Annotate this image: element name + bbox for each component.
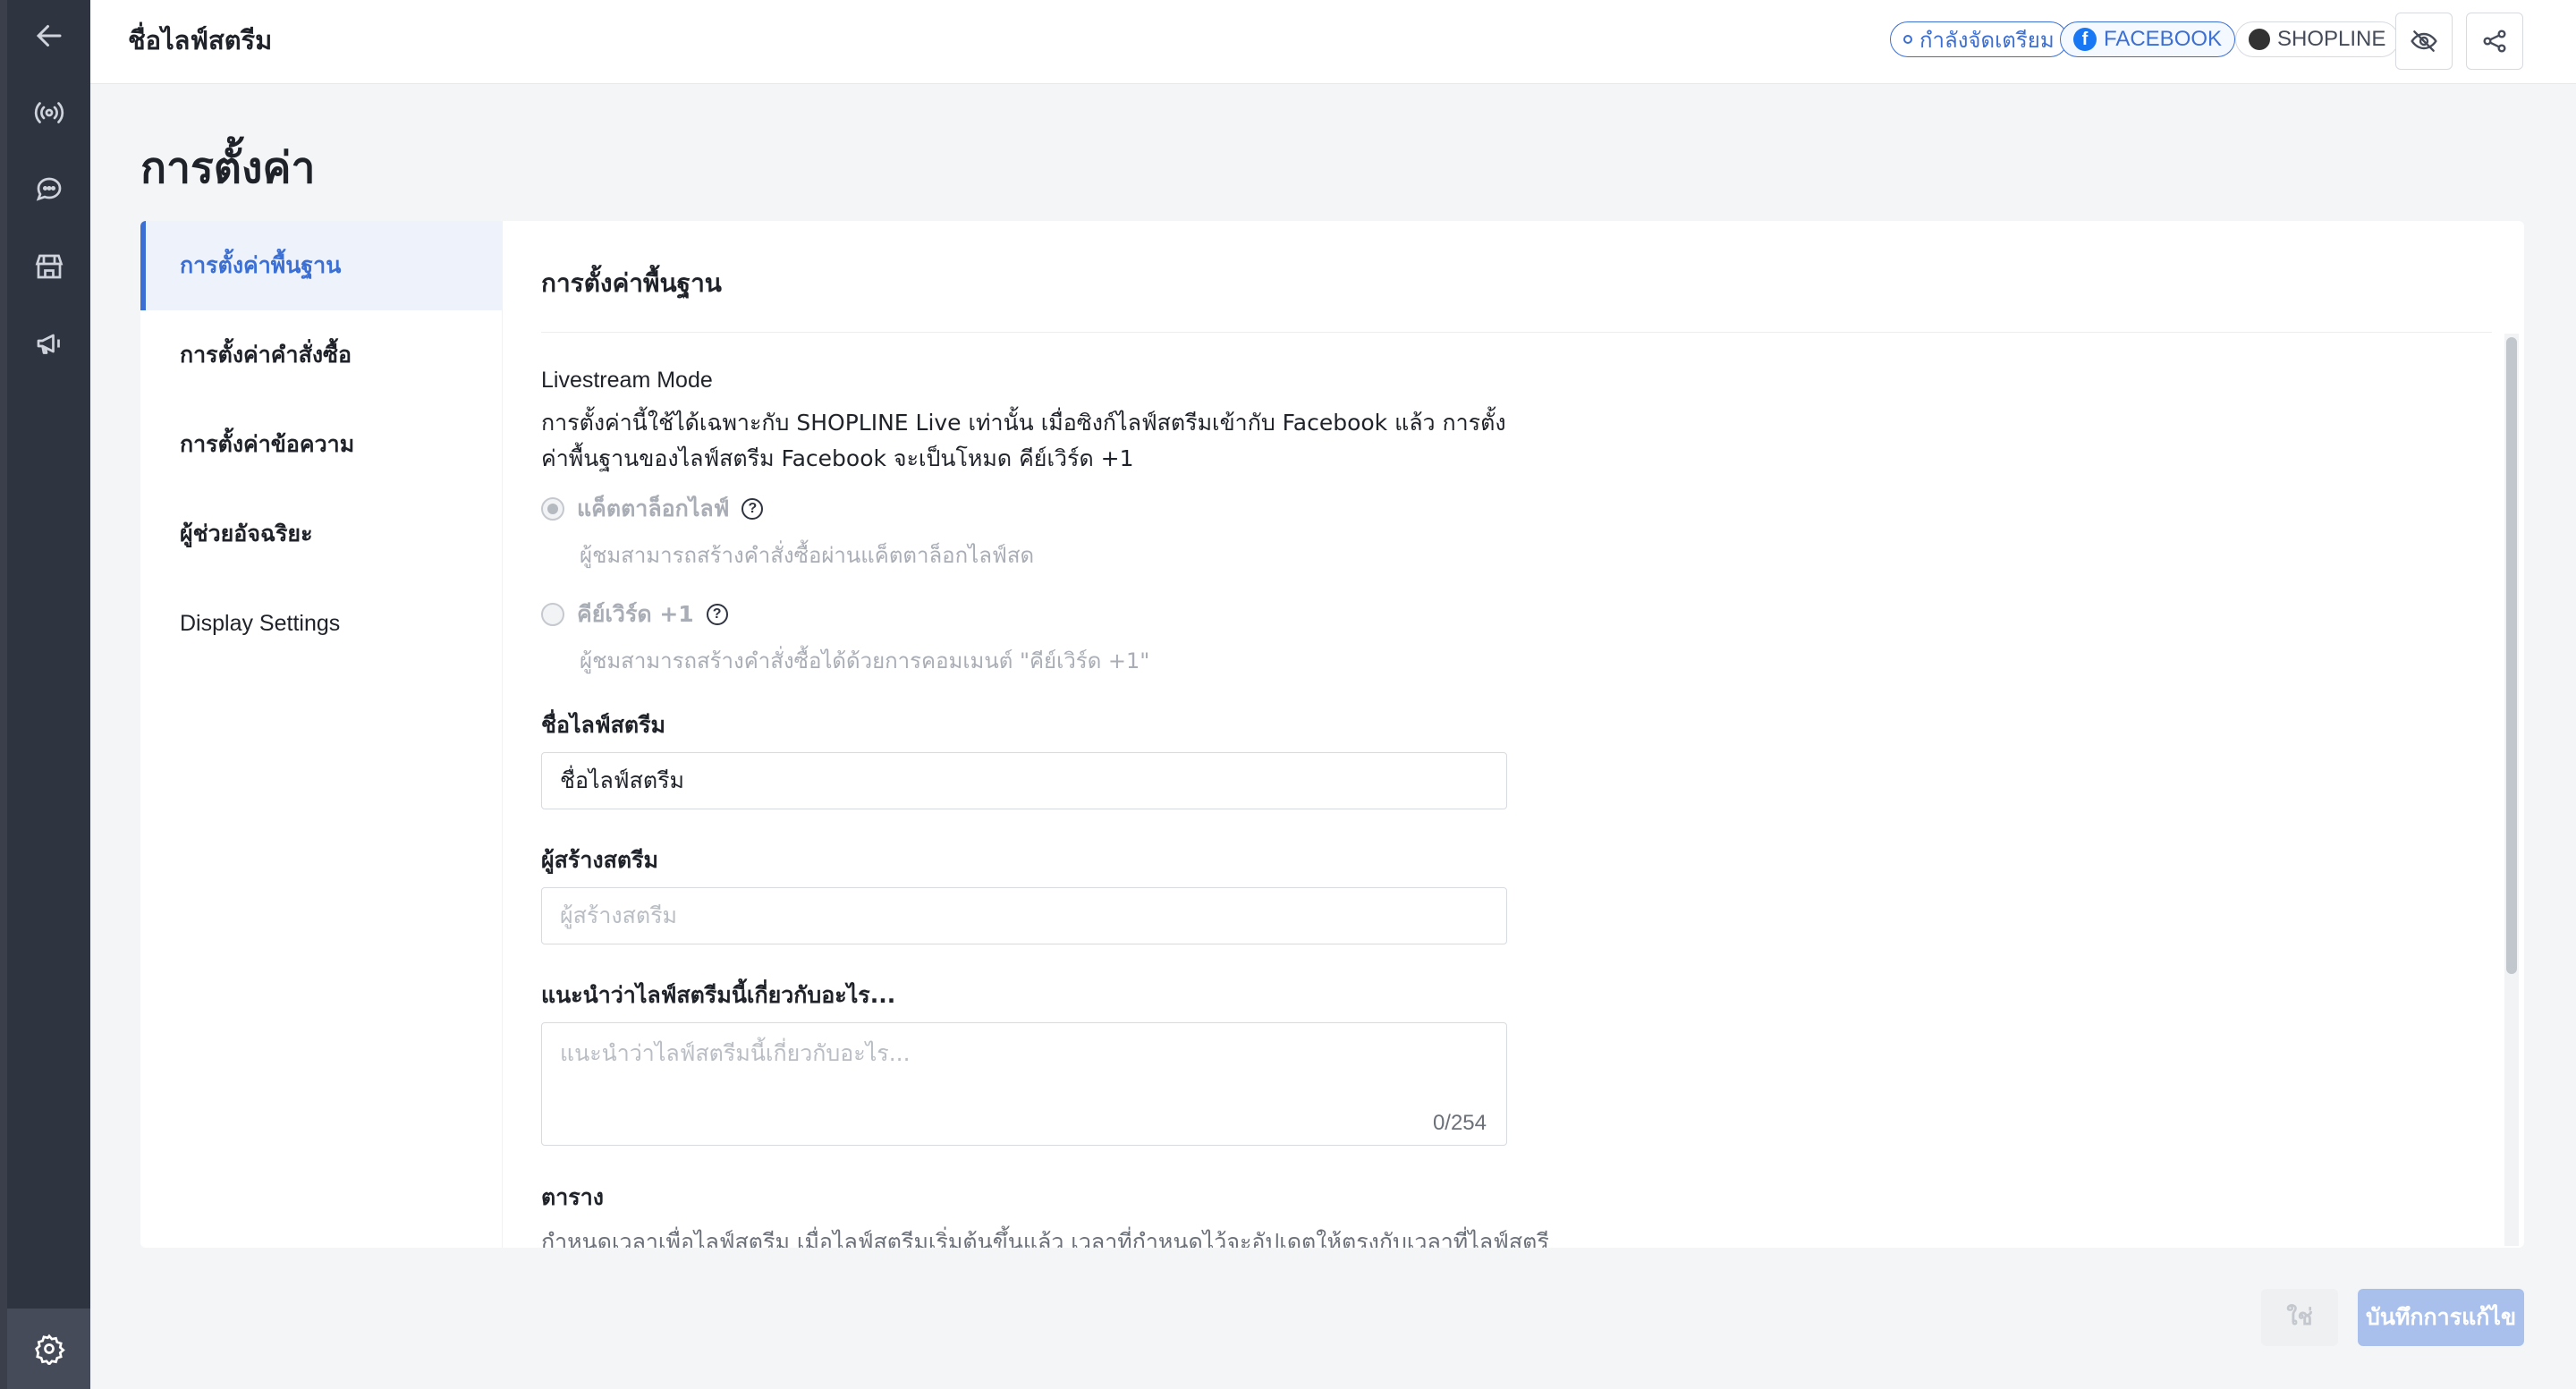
- hide-preview-button[interactable]: [2395, 13, 2453, 70]
- back-arrow-icon[interactable]: [31, 18, 67, 54]
- radio-label: คีย์เวิร์ด +1: [577, 601, 694, 627]
- top-bar: ชื่อไลฟ์สตรีม กำลังจัดเตรียม f FACEBOOK …: [90, 0, 2576, 84]
- status-dot-icon: [1903, 35, 1912, 44]
- gear-icon: [31, 1331, 67, 1367]
- intro-placeholder: แนะนำว่าไลฟ์สตรีมนี้เกี่ยวกับอะไร...: [560, 1040, 911, 1066]
- livestream-name-label: ชื่อไลฟ์สตรีม: [541, 712, 665, 738]
- subnav-item-label: การตั้งค่าข้อความ: [180, 431, 355, 457]
- intro-label: แนะนำว่าไลฟ์สตรีมนี้เกี่ยวกับอะไร...: [541, 982, 896, 1008]
- livestream-name-input[interactable]: ชื่อไลฟ์สตรีม: [541, 752, 1507, 809]
- scrollbar-thumb[interactable]: [2506, 337, 2517, 974]
- help-icon[interactable]: ?: [706, 604, 728, 625]
- facebook-label: FACEBOOK: [2104, 27, 2223, 51]
- radio-option-description: ผู้ชมสามารถสร้างคำสั่งซื้อผ่านแค็ตตาล็อก…: [580, 543, 1035, 568]
- shopline-label: SHOPLINE: [2277, 27, 2386, 51]
- radio-label: แค็ตตาล็อกไลฟ์: [577, 495, 730, 521]
- radio-button[interactable]: [541, 603, 564, 626]
- livestream-mode-description: การตั้งค่านี้ใช้ได้เฉพาะกับ SHOPLINE Liv…: [541, 410, 1506, 471]
- share-icon: [2483, 30, 2506, 53]
- subnav-item-assistant[interactable]: ผู้ช่วยอัจฉริยะ: [140, 489, 502, 579]
- subnav-item-label: Display Settings: [180, 610, 341, 636]
- intro-textarea[interactable]: แนะนำว่าไลฟ์สตรีมนี้เกี่ยวกับอะไร... 0/2…: [541, 1022, 1507, 1146]
- cancel-button[interactable]: ใช่: [2261, 1289, 2338, 1346]
- facebook-icon: f: [2073, 28, 2097, 51]
- page-title: การตั้งค่า: [140, 143, 316, 193]
- help-icon[interactable]: ?: [741, 498, 764, 520]
- left-rail: [0, 0, 90, 1389]
- chat-icon[interactable]: [31, 172, 67, 208]
- share-button[interactable]: [2466, 13, 2523, 70]
- settings-subnav: การตั้งค่าพื้นฐาน การตั้งค่าคำสั่งซื้อ ก…: [140, 221, 503, 1248]
- settings-card: การตั้งค่าพื้นฐาน การตั้งค่าคำสั่งซื้อ ก…: [140, 221, 2524, 1248]
- radio-option-description: ผู้ชมสามารถสร้างคำสั่งซื้อได้ด้วยการคอมเ…: [580, 648, 1150, 673]
- subnav-item-label: ผู้ช่วยอัจฉริยะ: [180, 521, 313, 546]
- creator-label: ผู้สร้างสตรีม: [541, 847, 658, 873]
- creator-input[interactable]: ผู้สร้างสตรีม: [541, 887, 1507, 944]
- megaphone-icon[interactable]: [31, 326, 67, 361]
- subnav-item-order[interactable]: การตั้งค่าคำสั่งซื้อ: [140, 310, 502, 400]
- facebook-channel-badge[interactable]: f FACEBOOK: [2060, 21, 2236, 57]
- livestream-mode-label: Livestream Mode: [541, 368, 713, 393]
- subnav-item-display[interactable]: Display Settings: [140, 579, 502, 668]
- status-badge: กำลังจัดเตรียม: [1890, 21, 2068, 57]
- subnav-item-basic[interactable]: การตั้งค่าพื้นฐาน: [140, 221, 502, 310]
- save-button[interactable]: บันทึกการแก้ไข: [2358, 1289, 2524, 1346]
- schedule-label: ตาราง: [541, 1184, 604, 1210]
- eye-off-icon: [2411, 30, 2437, 52]
- schedule-description: กำหนดเวลาเพื่อไลฟ์สตรีม เมื่อไลฟ์สตรีมเร…: [541, 1229, 1549, 1248]
- section-title: การตั้งค่าพื้นฐาน: [541, 268, 722, 298]
- status-label: กำลังจัดเตรียม: [1919, 28, 2055, 53]
- livestream-title: ชื่อไลฟ์สตรีม: [128, 25, 273, 55]
- section-divider: [541, 332, 2492, 333]
- character-counter: 0/254: [1432, 1111, 1487, 1135]
- shopline-icon: [2249, 29, 2270, 50]
- settings-nav-item[interactable]: [7, 1309, 90, 1389]
- store-icon[interactable]: [31, 249, 67, 284]
- subnav-item-label: การตั้งค่าคำสั่งซื้อ: [180, 342, 352, 368]
- subnav-item-message[interactable]: การตั้งค่าข้อความ: [140, 400, 502, 489]
- shopline-channel-badge[interactable]: SHOPLINE: [2235, 21, 2400, 57]
- radio-button[interactable]: [541, 497, 564, 521]
- subnav-item-label: การตั้งค่าพื้นฐาน: [180, 252, 342, 278]
- radio-option-live-catalog[interactable]: แค็ตตาล็อกไลฟ์ ?: [541, 491, 764, 527]
- broadcast-icon[interactable]: [31, 95, 67, 131]
- radio-option-keyword[interactable]: คีย์เวิร์ด +1 ?: [541, 597, 728, 632]
